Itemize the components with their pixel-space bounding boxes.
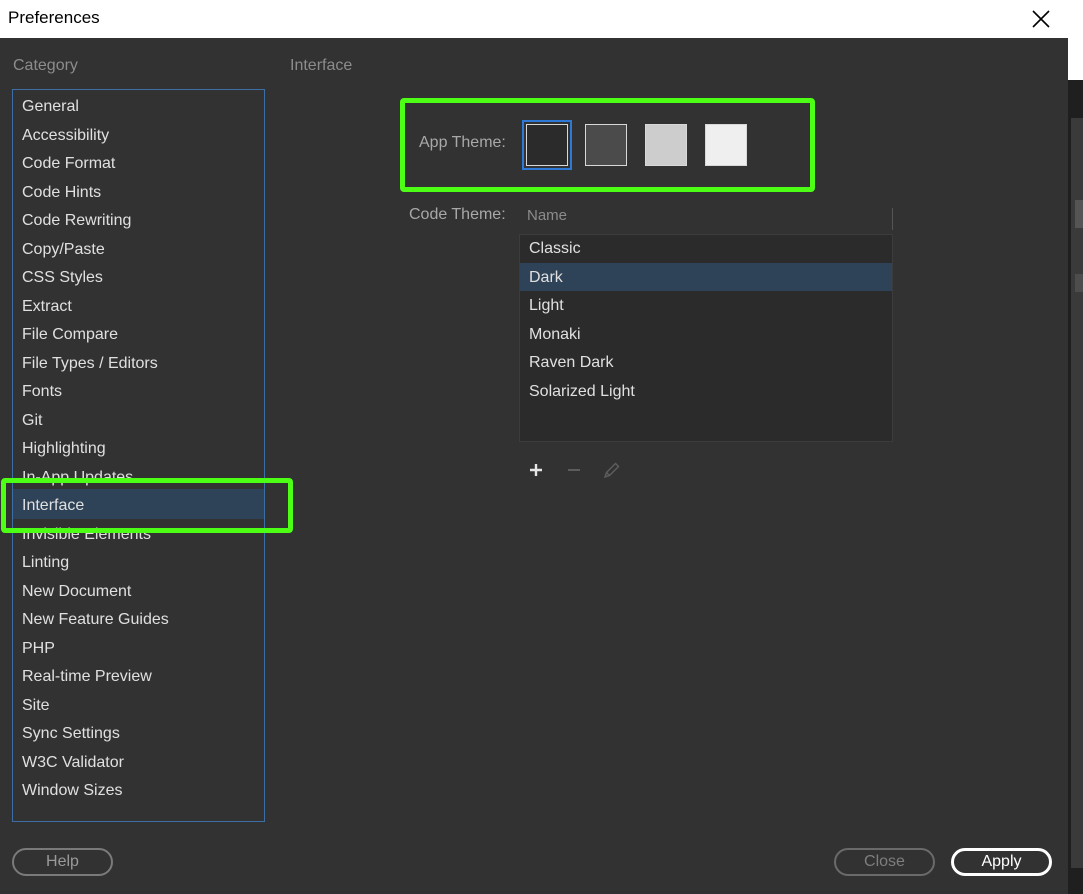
sidebar-item-code-rewriting[interactable]: Code Rewriting [22, 208, 131, 234]
sidebar-item-file-types-editors[interactable]: File Types / Editors [22, 351, 158, 377]
sidebar-item-site[interactable]: Site [22, 693, 50, 719]
sidebar-item-fonts[interactable]: Fonts [22, 379, 62, 405]
theme-selection-highlight [520, 263, 892, 291]
app-theme-swatch-light[interactable] [645, 124, 687, 166]
background-window-edge [1068, 0, 1083, 894]
close-button[interactable]: Close [834, 848, 935, 876]
sidebar-item-new-document[interactable]: New Document [22, 579, 131, 605]
code-theme-item[interactable]: Solarized Light [529, 378, 635, 406]
sidebar-item-w3c-validator[interactable]: W3C Validator [22, 750, 124, 776]
name-column-header[interactable]: Name [527, 207, 567, 224]
code-theme-item[interactable]: Light [529, 292, 564, 320]
sidebar-item-general[interactable]: General [22, 94, 79, 120]
sidebar-item-git[interactable]: Git [22, 408, 42, 434]
sidebar-item-linting[interactable]: Linting [22, 550, 69, 576]
app-theme-swatch-darkest[interactable] [522, 120, 572, 170]
code-theme-item[interactable]: Monaki [529, 321, 581, 349]
sidebar-item-file-compare[interactable]: File Compare [22, 322, 118, 348]
app-theme-swatch-lightest[interactable] [705, 124, 747, 166]
app-theme-swatch-dark[interactable] [585, 124, 627, 166]
help-button[interactable]: Help [12, 848, 113, 876]
preferences-dialog: Category Interface General Accessibility C… [0, 38, 1068, 894]
code-theme-item[interactable]: Dark [529, 264, 563, 292]
code-theme-item[interactable]: Raven Dark [529, 349, 613, 377]
apply-button[interactable]: Apply [951, 848, 1052, 876]
sidebar-item-code-format[interactable]: Code Format [22, 151, 115, 177]
sidebar-item-window-sizes[interactable]: Window Sizes [22, 778, 122, 804]
sidebar-item-extract[interactable]: Extract [22, 294, 72, 320]
sidebar-item-sync-settings[interactable]: Sync Settings [22, 721, 120, 747]
remove-icon[interactable] [564, 460, 584, 480]
app-theme-label: App Theme: [419, 134, 506, 151]
category-list[interactable]: General Accessibility Code Format Code Hint… [12, 89, 265, 822]
interface-highlight-box [1, 478, 293, 533]
sidebar-item-accessibility[interactable]: Accessibility [22, 123, 109, 149]
code-theme-list[interactable]: Classic Dark Light Monaki Raven Dark Solarize… [519, 234, 893, 442]
close-icon[interactable] [1024, 2, 1058, 36]
sidebar-item-new-feature-guides[interactable]: New Feature Guides [22, 607, 169, 633]
section-heading: Interface [290, 57, 353, 74]
sidebar-item-php[interactable]: PHP [22, 636, 55, 662]
edit-pencil-icon[interactable] [602, 460, 622, 480]
category-heading: Category [13, 57, 78, 74]
sidebar-item-copy-paste[interactable]: Copy/Paste [22, 237, 105, 263]
sidebar-item-css-styles[interactable]: CSS Styles [22, 265, 103, 291]
window-title: Preferences [8, 8, 100, 27]
title-bar: Preferences [0, 0, 1068, 38]
add-icon[interactable] [526, 460, 546, 480]
code-theme-item[interactable]: Classic [529, 235, 581, 263]
sidebar-item-highlighting[interactable]: Highlighting [22, 436, 106, 462]
column-divider [892, 208, 893, 230]
sidebar-item-real-time-preview[interactable]: Real-time Preview [22, 664, 152, 690]
sidebar-item-code-hints[interactable]: Code Hints [22, 180, 101, 206]
code-theme-label: Code Theme: [409, 206, 506, 223]
